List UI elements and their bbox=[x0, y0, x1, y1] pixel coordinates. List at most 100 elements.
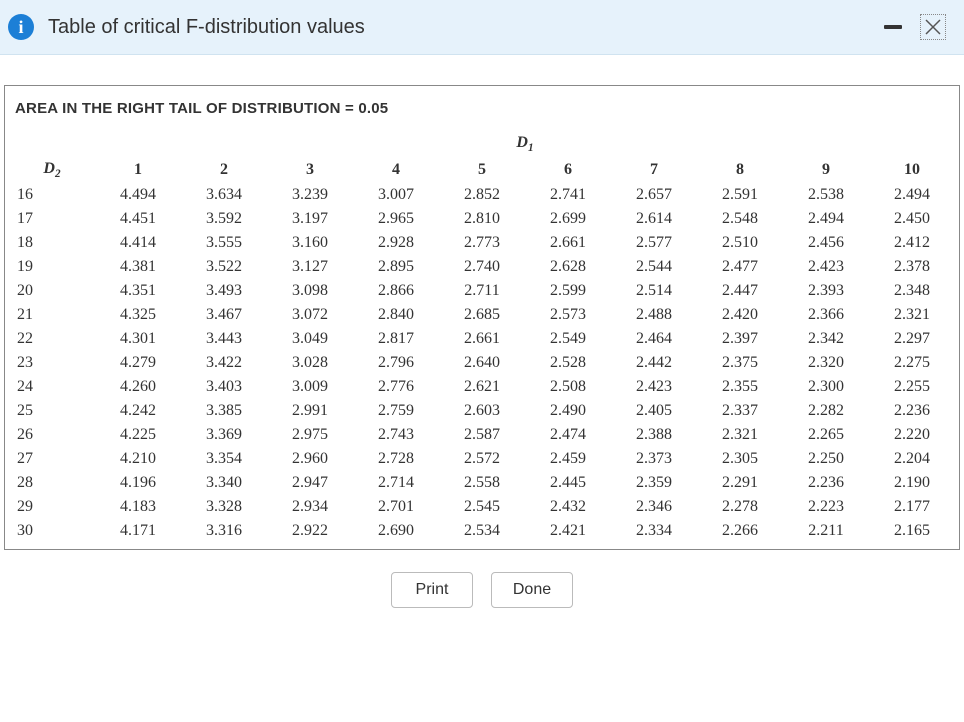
table-cell: 2.223 bbox=[783, 495, 869, 519]
d1-header: D1 bbox=[95, 131, 955, 157]
column-header: 1 bbox=[95, 157, 181, 183]
table-cell: 2.474 bbox=[525, 423, 611, 447]
table-row: 294.1833.3282.9342.7012.5452.4322.3462.2… bbox=[9, 495, 955, 519]
table-cell: 3.160 bbox=[267, 231, 353, 255]
table-cell: 4.242 bbox=[95, 399, 181, 423]
f-distribution-table: D1 D2 12345678910 164.4943.6343.2393.007… bbox=[9, 131, 955, 543]
table-cell: 3.072 bbox=[267, 303, 353, 327]
column-header: 3 bbox=[267, 157, 353, 183]
info-icon: i bbox=[8, 14, 34, 40]
table-cell: 2.420 bbox=[697, 303, 783, 327]
table-cell: 2.572 bbox=[439, 447, 525, 471]
table-cell: 2.366 bbox=[783, 303, 869, 327]
table-cell: 3.592 bbox=[181, 207, 267, 231]
table-cell: 2.773 bbox=[439, 231, 525, 255]
column-header: 5 bbox=[439, 157, 525, 183]
column-header: 8 bbox=[697, 157, 783, 183]
table-cell: 2.456 bbox=[783, 231, 869, 255]
table-cell: 3.443 bbox=[181, 327, 267, 351]
table-cell: 2.975 bbox=[267, 423, 353, 447]
table-cell: 2.640 bbox=[439, 351, 525, 375]
table-cell: 2.282 bbox=[783, 399, 869, 423]
column-header: 9 bbox=[783, 157, 869, 183]
row-label: 25 bbox=[9, 399, 95, 423]
row-label: 23 bbox=[9, 351, 95, 375]
table-cell: 2.740 bbox=[439, 255, 525, 279]
table-row: 304.1713.3162.9222.6902.5342.4212.3342.2… bbox=[9, 519, 955, 543]
table-cell: 3.340 bbox=[181, 471, 267, 495]
row-label: 21 bbox=[9, 303, 95, 327]
table-cell: 2.405 bbox=[611, 399, 697, 423]
table-cell: 2.810 bbox=[439, 207, 525, 231]
table-cell: 3.555 bbox=[181, 231, 267, 255]
column-header: 6 bbox=[525, 157, 611, 183]
table-cell: 4.260 bbox=[95, 375, 181, 399]
table-cell: 2.508 bbox=[525, 375, 611, 399]
table-cell: 3.328 bbox=[181, 495, 267, 519]
minimize-icon[interactable] bbox=[884, 25, 902, 29]
table-cell: 2.960 bbox=[267, 447, 353, 471]
table-cell: 2.603 bbox=[439, 399, 525, 423]
table-cell: 2.661 bbox=[525, 231, 611, 255]
table-cell: 3.354 bbox=[181, 447, 267, 471]
close-icon[interactable] bbox=[920, 14, 946, 40]
table-cell: 2.190 bbox=[869, 471, 955, 495]
table-cell: 2.373 bbox=[611, 447, 697, 471]
table-cell: 2.614 bbox=[611, 207, 697, 231]
print-button[interactable]: Print bbox=[391, 572, 473, 608]
table-cell: 3.127 bbox=[267, 255, 353, 279]
table-cell: 2.488 bbox=[611, 303, 697, 327]
table-cell: 3.369 bbox=[181, 423, 267, 447]
table-cell: 2.393 bbox=[783, 279, 869, 303]
table-cell: 2.447 bbox=[697, 279, 783, 303]
table-cell: 2.211 bbox=[783, 519, 869, 543]
table-cell: 2.236 bbox=[783, 471, 869, 495]
header-left: i Table of critical F-distribution value… bbox=[8, 14, 365, 40]
table-row: 184.4143.5553.1602.9282.7732.6612.5772.5… bbox=[9, 231, 955, 255]
table-row: 164.4943.6343.2393.0072.8522.7412.6572.5… bbox=[9, 183, 955, 207]
table-cell: 4.351 bbox=[95, 279, 181, 303]
table-cell: 3.098 bbox=[267, 279, 353, 303]
row-label: 28 bbox=[9, 471, 95, 495]
table-cell: 2.599 bbox=[525, 279, 611, 303]
table-cell: 2.548 bbox=[697, 207, 783, 231]
table-cell: 3.403 bbox=[181, 375, 267, 399]
table-row: 254.2423.3852.9912.7592.6032.4902.4052.3… bbox=[9, 399, 955, 423]
table-cell: 3.028 bbox=[267, 351, 353, 375]
table-cell: 2.450 bbox=[869, 207, 955, 231]
row-label: 19 bbox=[9, 255, 95, 279]
table-cell: 2.278 bbox=[697, 495, 783, 519]
table-cell: 4.451 bbox=[95, 207, 181, 231]
table-cell: 3.316 bbox=[181, 519, 267, 543]
table-cell: 2.514 bbox=[611, 279, 697, 303]
dialog-content: AREA IN THE RIGHT TAIL OF DISTRIBUTION =… bbox=[0, 55, 964, 618]
table-cell: 4.325 bbox=[95, 303, 181, 327]
table-cell: 2.397 bbox=[697, 327, 783, 351]
table-cell: 2.714 bbox=[353, 471, 439, 495]
done-button[interactable]: Done bbox=[491, 572, 573, 608]
table-cell: 3.009 bbox=[267, 375, 353, 399]
table-cell: 2.220 bbox=[869, 423, 955, 447]
table-cell: 2.549 bbox=[525, 327, 611, 351]
table-row: 244.2603.4033.0092.7762.6212.5082.4232.3… bbox=[9, 375, 955, 399]
table-cell: 4.225 bbox=[95, 423, 181, 447]
table-cell: 2.266 bbox=[697, 519, 783, 543]
dialog-header: i Table of critical F-distribution value… bbox=[0, 0, 964, 55]
table-row: 284.1963.3402.9472.7142.5582.4452.3592.2… bbox=[9, 471, 955, 495]
table-cell: 2.965 bbox=[353, 207, 439, 231]
column-header: 2 bbox=[181, 157, 267, 183]
row-label: 26 bbox=[9, 423, 95, 447]
table-cell: 2.255 bbox=[869, 375, 955, 399]
table-cell: 2.657 bbox=[611, 183, 697, 207]
table-cell: 2.342 bbox=[783, 327, 869, 351]
table-caption: AREA IN THE RIGHT TAIL OF DISTRIBUTION =… bbox=[9, 96, 955, 131]
row-label: 18 bbox=[9, 231, 95, 255]
table-cell: 2.477 bbox=[697, 255, 783, 279]
table-cell: 2.741 bbox=[525, 183, 611, 207]
table-cell: 2.321 bbox=[869, 303, 955, 327]
table-row: 274.2103.3542.9602.7282.5722.4592.3732.3… bbox=[9, 447, 955, 471]
row-label: 30 bbox=[9, 519, 95, 543]
table-cell: 4.494 bbox=[95, 183, 181, 207]
table-cell: 3.634 bbox=[181, 183, 267, 207]
table-cell: 2.817 bbox=[353, 327, 439, 351]
